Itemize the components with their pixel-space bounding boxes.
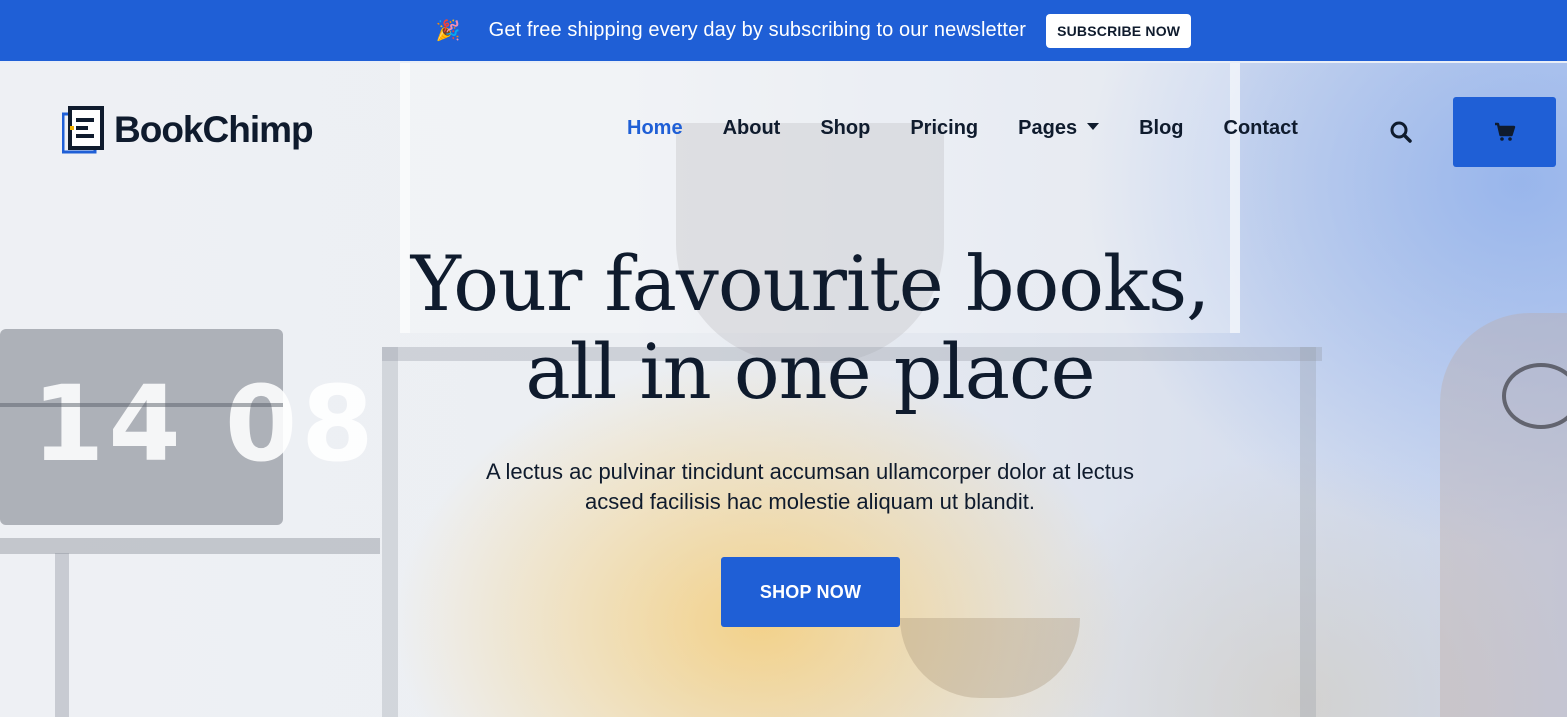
main-nav: Home About Shop Pricing Pages Blog Conta… [627,117,1338,140]
background-table-leg [55,553,69,717]
nav-item-shop[interactable]: Shop [820,117,870,140]
nav-item-blog[interactable]: Blog [1139,117,1183,140]
hero-subtext-line-2: acsed facilisis hac molestie aliquam ut … [584,489,1035,514]
hero-subtext: A lectus ac pulvinar tincidunt accumsan … [360,457,1260,517]
background-person [1440,313,1567,717]
nav-item-pages-label: Pages [1018,117,1078,139]
promo-text: Get free shipping every day by subscribi… [488,19,1027,41]
nav-item-home[interactable]: Home [627,117,683,140]
promo-content: 🎉 Get free shipping every day by subscri… [435,13,1192,48]
background-glasses [1502,363,1567,429]
site-logo[interactable]: BookChimp [61,106,314,154]
nav-item-contact[interactable]: Contact [1224,117,1298,140]
hero-subtext-line-1: A lectus ac pulvinar tincidunt accumsan … [485,459,1135,484]
book-logo-icon [61,106,106,154]
background-table [0,538,380,554]
hero-headline: Your favourite books, all in one place [200,240,1420,416]
cart-icon [1494,122,1515,141]
nav-item-about[interactable]: About [723,117,781,140]
chevron-down-icon [1087,123,1100,131]
nav-item-pricing[interactable]: Pricing [910,117,978,140]
shop-now-button[interactable]: SHOP NOW [721,557,900,627]
background-bowl [900,618,1080,698]
cart-button[interactable] [1453,97,1556,167]
party-popper-icon: 🎉 [435,20,461,42]
promo-bar: 🎉 Get free shipping every day by subscri… [0,0,1567,63]
search-icon[interactable] [1388,119,1414,145]
hero-headline-line-1: Your favourite books, [410,239,1211,328]
hero-headline-line-2: all in one place [525,327,1095,416]
nav-item-pages[interactable]: Pages [1018,117,1100,140]
subscribe-now-button[interactable]: SUBSCRIBE NOW [1046,13,1192,48]
logo-text: BookChimp [114,109,314,150]
